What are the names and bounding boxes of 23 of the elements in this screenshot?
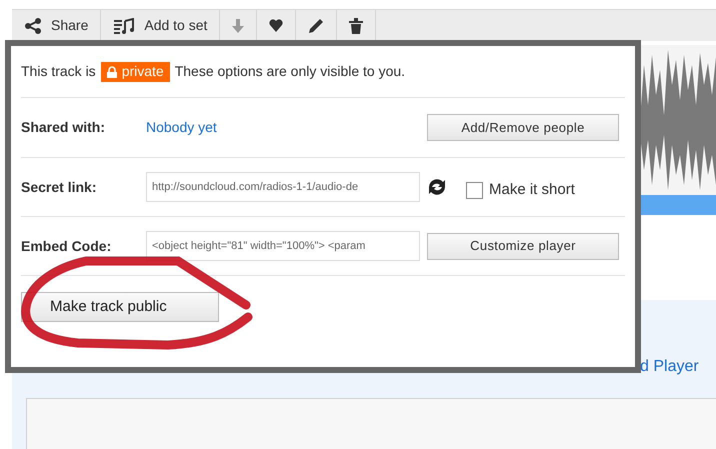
make-public-button[interactable]: Make track public	[21, 292, 219, 322]
share-icon	[24, 18, 42, 34]
intro-text: This track is	[21, 62, 96, 81]
down-arrow-icon	[232, 18, 244, 32]
private-badge: private	[100, 62, 170, 82]
customize-player-button[interactable]: Customize player	[427, 232, 619, 260]
checkbox-label: Make it short	[489, 180, 575, 200]
shared-with-link[interactable]: Nobody yet	[146, 117, 217, 138]
trash-icon	[349, 18, 364, 34]
secret-link-field[interactable]: http://soundcloud.com/radios-1-1/audio-de	[146, 172, 420, 202]
refresh-icon[interactable]	[426, 177, 448, 197]
field-label: Secret link:	[21, 178, 98, 196]
checkbox[interactable]	[466, 182, 483, 198]
field-label: Shared with:	[21, 118, 106, 137]
playlist-icon	[113, 18, 136, 34]
embed-code-field[interactable]: <object height="81" width="100%"> <param	[146, 231, 420, 261]
add-remove-people-button[interactable]: Add/Remove people	[427, 114, 619, 141]
lock-icon	[106, 66, 117, 78]
pencil-icon	[308, 18, 324, 34]
heart-icon	[269, 19, 284, 32]
visibility-note: These options are only visible to you.	[174, 62, 406, 81]
player-link[interactable]: d Player	[640, 355, 699, 379]
field-label: Embed Code:	[21, 236, 112, 256]
